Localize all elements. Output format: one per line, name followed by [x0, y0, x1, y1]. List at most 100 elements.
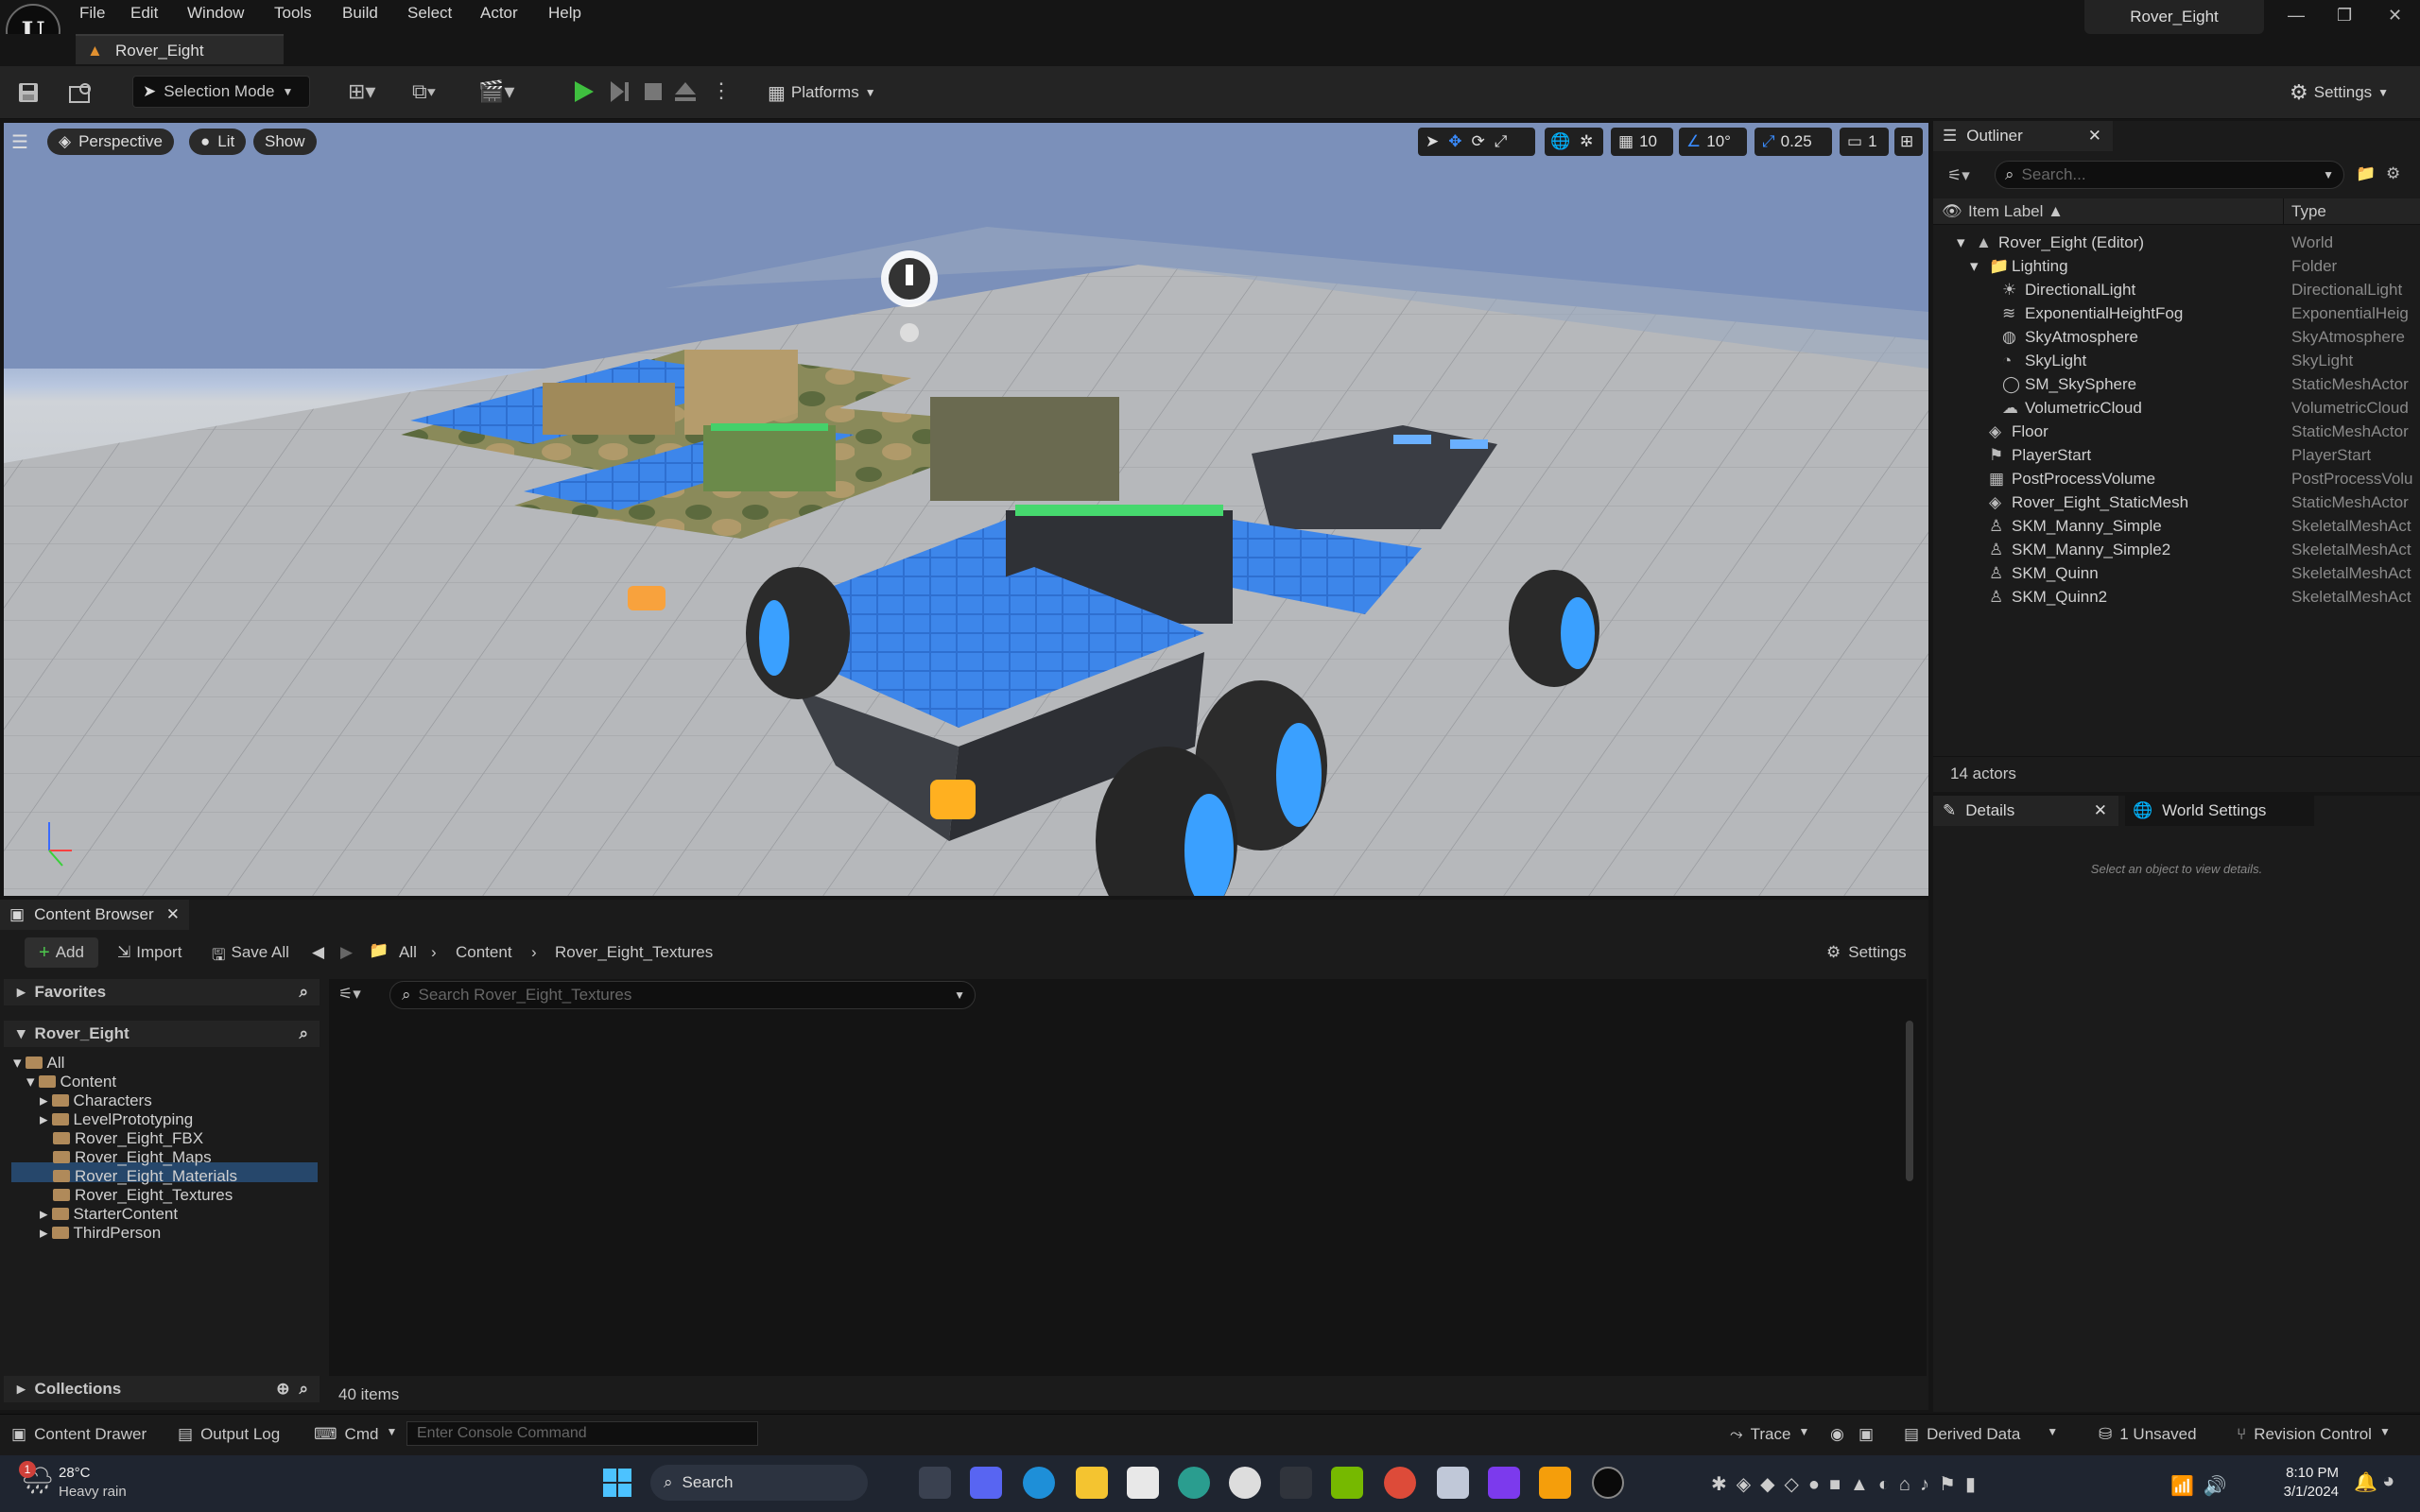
rotation-snap[interactable]: ∠ 10° [1679, 128, 1747, 156]
outliner-row[interactable]: ♙ SKM_Quinn SkeletalMeshAct [1933, 561, 2420, 585]
selection-mode-dropdown[interactable]: ➤ Selection Mode ▼ [132, 76, 310, 108]
import-button[interactable]: ⇲ Import [117, 943, 182, 962]
trace-dropdown[interactable]: ⤳ Trace ▼ [1730, 1425, 1809, 1444]
tree-item-characters[interactable]: ▸ Characters [40, 1091, 152, 1110]
camera-capture-icon[interactable]: ▣ [1858, 1425, 1874, 1444]
scale-tool-icon[interactable]: ⤢ [1495, 132, 1508, 151]
settings-button[interactable]: ⚙ Settings ▼ [2290, 76, 2389, 110]
outliner-search-input[interactable]: ⌕ Search... ▼ [1995, 161, 2344, 189]
outliner-row[interactable]: ♙ SKM_Manny_Simple SkeletalMeshAct [1933, 514, 2420, 538]
add-actor-icon[interactable]: ⊞▾ [348, 79, 375, 104]
tab-outliner[interactable]: ☰ Outliner ✕ [1933, 121, 2113, 151]
globe-app-icon[interactable] [1178, 1467, 1210, 1499]
breadcrumb-content[interactable]: Content [456, 943, 512, 962]
content-settings-button[interactable]: ⚙ Settings [1826, 943, 1907, 962]
output-log-button[interactable]: ▤ Output Log [178, 1425, 280, 1444]
snipping-tool-icon[interactable] [1437, 1467, 1469, 1499]
tray-icons[interactable]: ✱◈◆◇●■▲◐⌂♪⚑▮ [1711, 1472, 1985, 1496]
tree-item-rover-eight-materials[interactable]: Rover_Eight_Materials [53, 1167, 237, 1186]
more-options-icon[interactable]: ⋮ [711, 78, 732, 103]
chevron-down-icon[interactable]: ▾ [1957, 231, 1965, 254]
tab-world-settings[interactable]: 🌐 World Settings [2125, 796, 2314, 826]
taskbar-search[interactable]: ⌕ Search [650, 1465, 868, 1501]
tree-item-rover-eight-maps[interactable]: Rover_Eight_Maps [53, 1148, 212, 1167]
chevron-down-icon[interactable]: ▾ [1970, 254, 1979, 278]
camera-speed[interactable]: ▭ 1 [1840, 128, 1889, 156]
platforms-button[interactable]: ▦ Platforms ▼ [768, 76, 876, 110]
close-icon[interactable]: ✕ [2094, 801, 2107, 820]
add-button[interactable]: + Add [25, 937, 98, 968]
windows-start-icon[interactable] [601, 1467, 633, 1499]
menu-file[interactable]: File [79, 4, 105, 23]
cinematics-icon[interactable]: 🎬▾ [478, 79, 514, 104]
store-icon[interactable] [1127, 1467, 1159, 1499]
alien-app-icon[interactable] [1229, 1467, 1261, 1499]
col-item-label[interactable]: Item Label ▲ [1968, 202, 2064, 221]
outliner-row[interactable]: ▦ PostProcessVolume PostProcessVolu [1933, 467, 2420, 490]
outliner-row[interactable]: ⚑ PlayerStart PlayerStart [1933, 443, 2420, 467]
search-icon[interactable]: ⌕ [299, 1024, 308, 1043]
forward-icon[interactable]: ▶ [340, 943, 353, 962]
clock-date[interactable]: 3/1/2024 [2263, 1484, 2339, 1500]
cmd-dropdown[interactable]: ⌨ Cmd ▼ [314, 1425, 397, 1444]
move-tool-icon[interactable]: ✥ [1448, 132, 1461, 151]
tree-item-rover-eight-fbx[interactable]: Rover_Eight_FBX [53, 1129, 203, 1148]
show-button[interactable]: Show [253, 129, 317, 155]
weather-desc[interactable]: Heavy rain [59, 1484, 127, 1500]
column-divider[interactable] [2283, 198, 2284, 225]
asset-search-input[interactable]: ⌕ Search Rover_Eight_Textures ▼ [389, 981, 976, 1009]
tab-rover-eight[interactable]: ▲ Rover_Eight [76, 34, 284, 64]
tree-item-all[interactable]: ▾ All [13, 1054, 64, 1073]
project-section[interactable]: ▾ Rover_Eight ⌕ [4, 1021, 320, 1047]
layout-icon[interactable]: ⊞ [1894, 128, 1923, 156]
restore-icon[interactable]: ❐ [2337, 6, 2352, 26]
search-icon[interactable]: ⌕ [299, 1380, 308, 1399]
save-icon[interactable] [17, 81, 40, 104]
blueprint-icon[interactable]: ⧉▾ [412, 79, 436, 104]
minimize-icon[interactable]: — [2288, 6, 2305, 26]
nvidia-icon[interactable] [1331, 1467, 1363, 1499]
add-collection-icon[interactable]: ⊕ [276, 1380, 289, 1399]
menu-window[interactable]: Window [187, 4, 244, 23]
back-icon[interactable]: ◀ [312, 943, 324, 962]
select-tool-icon[interactable]: ➤ [1426, 132, 1439, 151]
eye-icon[interactable]: 👁 [1942, 202, 1962, 221]
browse-icon[interactable] [68, 81, 95, 104]
perspective-button[interactable]: ◈ Perspective [47, 129, 174, 155]
asset-scrollbar[interactable] [1906, 1021, 1913, 1181]
outliner-row[interactable]: ◈ Rover_Eight_StaticMesh StaticMeshActor [1933, 490, 2420, 514]
derived-data-button[interactable]: ▤ Derived Data ▼ [1904, 1425, 2058, 1444]
tab-details[interactable]: ✎ Details ✕ [1933, 796, 2118, 826]
gear-icon[interactable]: ⚙ [2386, 164, 2400, 183]
tree-item-content[interactable]: ▾ Content [26, 1073, 116, 1091]
chrome-icon[interactable] [1384, 1467, 1416, 1499]
step-icon[interactable] [607, 78, 631, 105]
clock-time[interactable]: 8:10 PM [2263, 1465, 2339, 1481]
outliner-row[interactable]: ♙ SKM_Manny_Simple2 SkeletalMeshAct [1933, 538, 2420, 561]
sublime-icon[interactable] [1539, 1467, 1571, 1499]
file-explorer-icon[interactable] [1076, 1467, 1108, 1499]
copilot-icon[interactable]: ◕ [2382, 1469, 2394, 1493]
weather-temp[interactable]: 28°C [59, 1465, 91, 1481]
col-type[interactable]: Type [2291, 202, 2326, 221]
menu-tools[interactable]: Tools [274, 4, 312, 23]
record-icon[interactable]: ◉ [1830, 1425, 1844, 1444]
outliner-row[interactable]: ◯ SM_SkySphere StaticMeshActor [1933, 372, 2420, 396]
filter-icon[interactable]: ⚟▾ [338, 985, 361, 1004]
notifications-icon[interactable]: 🔔 [2354, 1470, 2377, 1494]
eject-icon[interactable] [673, 78, 698, 105]
filter-icon[interactable]: ⚟▾ [1947, 166, 1970, 185]
grid-snap[interactable]: ▦ 10 [1611, 128, 1673, 156]
outliner-row[interactable]: ◔ SkyLight SkyLight [1933, 349, 2420, 372]
tree-item-thirdperson[interactable]: ▸ ThirdPerson [40, 1224, 161, 1243]
save-all-button[interactable]: 🖫 Save All [212, 943, 289, 971]
video-app-icon[interactable] [1488, 1467, 1520, 1499]
outliner-row[interactable]: ♙ SKM_Quinn2 SkeletalMeshAct [1933, 585, 2420, 609]
console-command-input[interactable]: Enter Console Command [406, 1421, 758, 1446]
menu-actor[interactable]: Actor [480, 4, 518, 23]
menu-edit[interactable]: Edit [130, 4, 158, 23]
outliner-row[interactable]: ☀ DirectionalLight DirectionalLight [1933, 278, 2420, 301]
menu-select[interactable]: Select [407, 4, 452, 23]
menu-build[interactable]: Build [342, 4, 378, 23]
outliner-row[interactable]: ◈ Floor StaticMeshActor [1933, 420, 2420, 443]
